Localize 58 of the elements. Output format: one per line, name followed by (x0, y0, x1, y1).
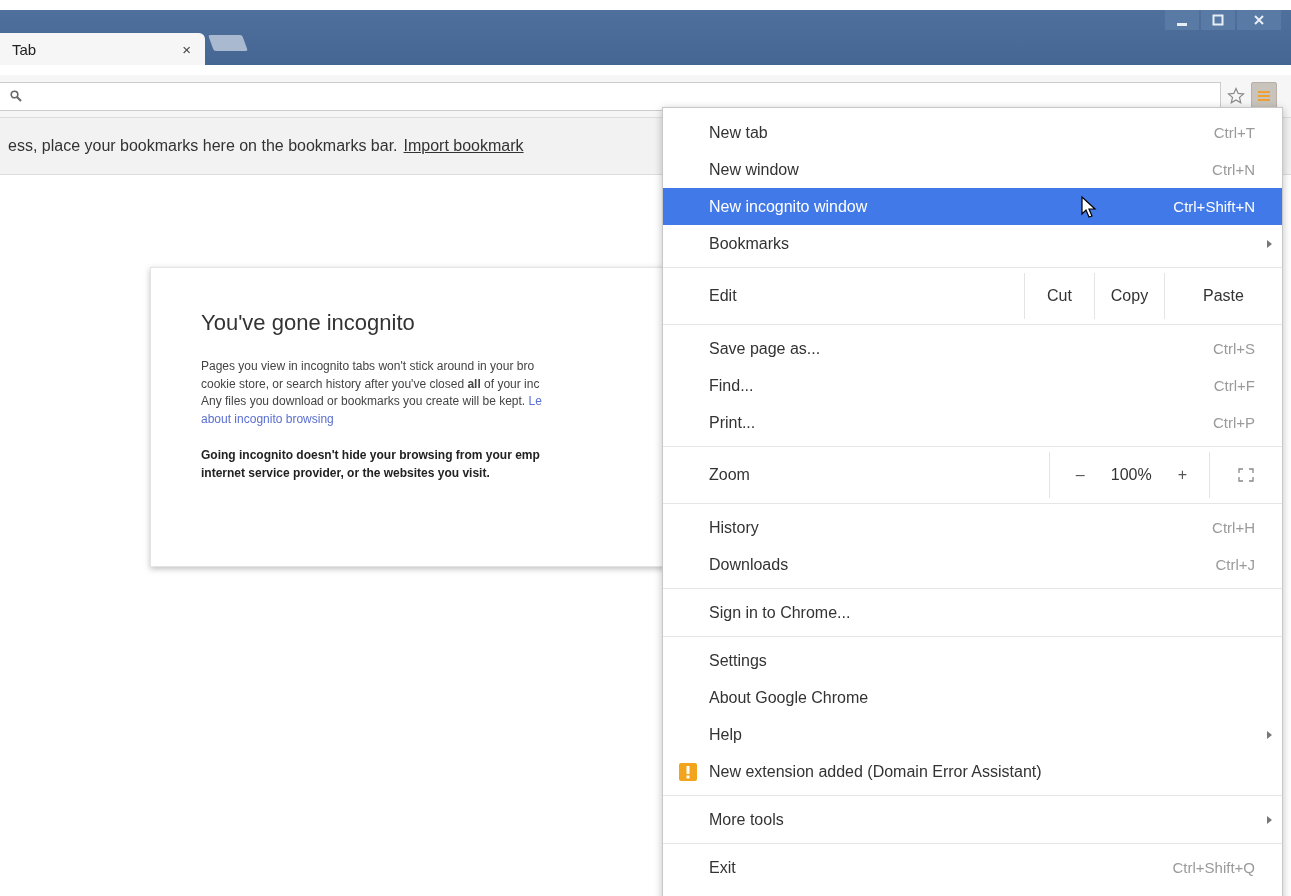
menu-item[interactable]: Settings (663, 642, 1282, 679)
close-icon (1254, 15, 1264, 25)
menu-item[interactable]: New tab Ctrl+T (663, 114, 1282, 151)
shortcut-text: Ctrl+Shift+N (1173, 198, 1255, 215)
shortcut-text: Ctrl+N (1212, 161, 1255, 178)
tab-close-button[interactable]: × (178, 40, 195, 58)
menu-item[interactable]: New extension added (Domain Error Assistant) (663, 753, 1282, 790)
menu-item[interactable]: New window Ctrl+N (663, 151, 1282, 188)
shortcut-text: Ctrl+J (1215, 556, 1255, 573)
shortcut-text: Ctrl+T (1213, 124, 1255, 141)
shortcut-text: Ctrl+Shift+Q (1172, 859, 1255, 876)
menu-label: Zoom (708, 465, 751, 485)
menu-item[interactable]: Print... Ctrl+P (663, 404, 1282, 441)
mouse-pointer-icon (1081, 196, 1097, 220)
menu-item[interactable]: Sign in to Chrome... (663, 594, 1282, 631)
zoom-level: 100% (1110, 466, 1152, 484)
fullscreen-icon[interactable] (1238, 468, 1254, 482)
browser-tab[interactable]: Tab × (0, 33, 205, 65)
search-icon (10, 90, 22, 102)
shortcut-text: Ctrl+F (1213, 377, 1255, 394)
shortcut-text: Ctrl+S (1212, 340, 1255, 357)
menu-item[interactable]: Exit Ctrl+Shift+Q (663, 849, 1282, 886)
learn-more-link[interactable]: about incognito browsing (201, 411, 334, 426)
menu-item[interactable]: More tools (663, 801, 1282, 838)
new-tab-button[interactable] (208, 35, 248, 51)
zoom-in-button[interactable]: + (1177, 466, 1187, 484)
import-bookmarks-link[interactable]: Import bookmark (403, 137, 524, 155)
maximize-button[interactable] (1201, 10, 1235, 30)
address-field[interactable] (0, 81, 1221, 111)
shortcut-text: Ctrl+P (1212, 414, 1255, 431)
menu-item[interactable]: Find... Ctrl+F (663, 367, 1282, 404)
star-icon[interactable] (1227, 87, 1245, 105)
warning-icon (679, 763, 697, 781)
close-button[interactable] (1237, 10, 1281, 30)
menu-item[interactable]: Bookmarks (663, 225, 1282, 262)
menu-item[interactable]: New incognito window Ctrl+Shift+N (663, 188, 1282, 225)
zoom-out-button[interactable]: – (1075, 466, 1085, 484)
menu-item[interactable]: Help (663, 716, 1282, 753)
bookmarks-hint-text: ess, place your bookmarks here on the bookmarks bar. (8, 137, 398, 155)
maximize-icon (1212, 14, 1224, 26)
card-title: You've gone incognito (201, 310, 416, 336)
warning-text: internet service provider, or the websites you visit. (201, 466, 490, 480)
edit-button[interactable]: Paste (1164, 273, 1282, 319)
menu-item[interactable]: Save page as... Ctrl+S (663, 330, 1282, 367)
menu-label: Edit (708, 286, 738, 306)
menu-icon (1258, 90, 1270, 102)
minimize-icon (1177, 22, 1187, 26)
body-text: Pages you view in incognito tabs won't stick around in your bro (201, 359, 535, 373)
body-text: Any files you download or bookmarks you create will be kept. (201, 394, 526, 408)
learn-more-link[interactable]: Le (528, 394, 542, 408)
menu-item[interactable]: Downloads Ctrl+J (663, 546, 1282, 583)
minimize-button[interactable] (1165, 10, 1199, 30)
warning-text: Going incognito doesn't hide your browsing from your emp (201, 448, 540, 462)
body-text: cookie store, or search history after you've closed all of your inc (201, 376, 540, 391)
menu-item[interactable]: About Google Chrome (663, 679, 1282, 716)
menu-item[interactable]: History Ctrl+H (663, 509, 1282, 546)
shortcut-text: Ctrl+H (1212, 519, 1255, 536)
menu-button[interactable] (1251, 82, 1277, 110)
